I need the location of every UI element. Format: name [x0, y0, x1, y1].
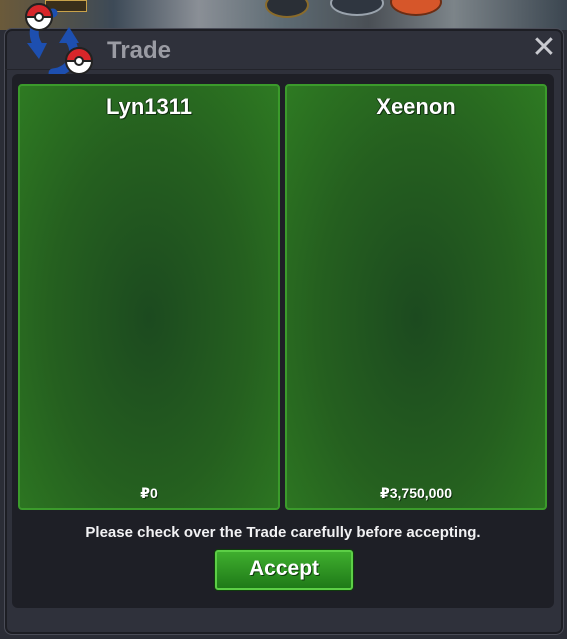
money-offer-self: ₽0	[140, 485, 158, 501]
window-title: Trade	[107, 37, 172, 64]
trade-content: Lyn1311 ₽0 Xeenon ₽3,750,000 Please chec…	[12, 74, 554, 608]
trade-swap-icon	[24, 3, 94, 78]
accept-button[interactable]: Accept	[215, 550, 353, 590]
trade-panel-self[interactable]: Lyn1311 ₽0	[18, 84, 280, 510]
trade-window: Trade ✕ Lyn1311 ₽0 Xeenon ₽3,750,000 Ple…	[4, 3, 564, 635]
game-background-object	[390, 0, 442, 16]
money-offer-partner: ₽3,750,000	[379, 485, 453, 501]
player-name-partner: Xeenon	[376, 94, 456, 119]
trade-panel-partner: Xeenon ₽3,750,000	[285, 84, 547, 510]
player-name-self: Lyn1311	[105, 94, 193, 119]
close-icon[interactable]: ✕	[531, 33, 557, 63]
game-background-object	[330, 0, 384, 16]
trade-notice: Please check over the Trade carefully be…	[85, 524, 481, 541]
game-background-object	[265, 0, 309, 18]
